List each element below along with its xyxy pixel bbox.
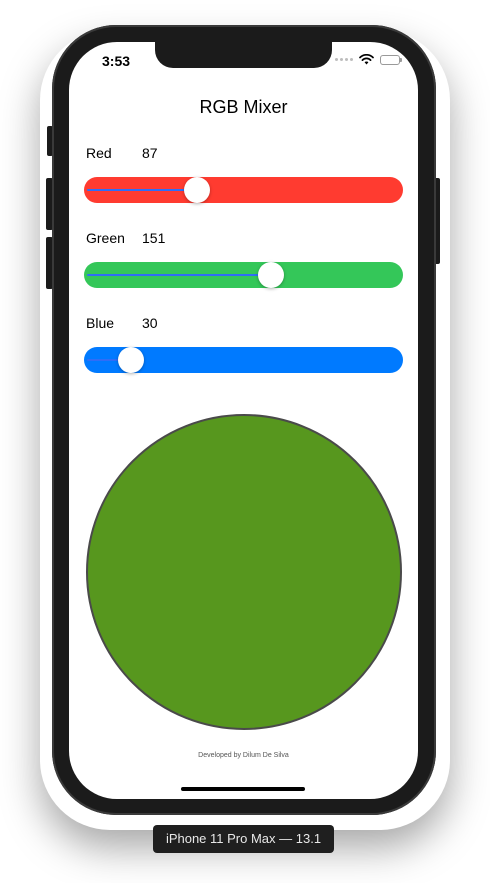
red-value: 87 (142, 145, 158, 161)
green-slider-thumb[interactable] (258, 262, 284, 288)
blue-slider[interactable] (84, 347, 403, 373)
page-title: RGB Mixer (199, 97, 288, 117)
developer-credit: Developed by Dilum De Silva (198, 752, 289, 759)
red-label: Red (86, 145, 112, 161)
blue-label: Blue (86, 315, 115, 331)
notch (155, 42, 332, 68)
simulator-window: 3:53 RGB Mixer Red 87 Green 151 Blue 30 … (0, 0, 490, 883)
green-value: 151 (142, 230, 166, 246)
status-icons (335, 54, 402, 65)
device-caption: iPhone 11 Pro Max — 13.1 (153, 825, 334, 853)
phone-screen: 3:53 RGB Mixer Red 87 Green 151 Blue 30 … (69, 42, 418, 799)
green-slider-fill (87, 274, 271, 276)
green-slider[interactable] (84, 262, 403, 288)
red-slider-thumb[interactable] (184, 177, 210, 203)
blue-slider-thumb[interactable] (118, 347, 144, 373)
cellular-signal-icon (335, 58, 353, 61)
home-indicator[interactable] (181, 787, 305, 791)
color-preview-circle (86, 414, 402, 730)
red-slider-fill (87, 189, 197, 191)
battery-icon (380, 54, 402, 65)
status-time: 3:53 (102, 53, 131, 69)
red-slider[interactable] (84, 177, 403, 203)
wifi-icon (359, 54, 374, 65)
blue-value: 30 (142, 315, 158, 331)
green-label: Green (86, 230, 125, 246)
